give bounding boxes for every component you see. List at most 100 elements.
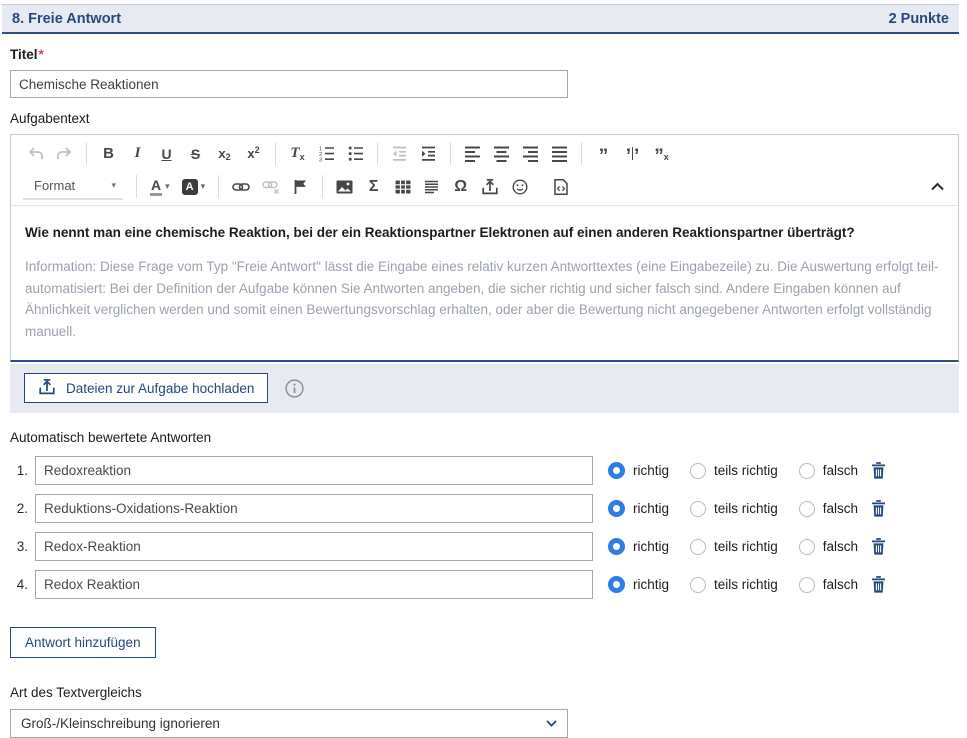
align-center-icon[interactable] [489,141,514,167]
ordered-list-icon[interactable]: 123 [314,141,339,167]
delete-answer-button[interactable] [871,500,886,517]
rich-text-editor: BIUSx2x2 Tx123 ”’’”x Format▾ A▾A▾ Σ Ω Wie nen… [10,134,959,362]
split-quote-icon[interactable]: ’’ [620,141,645,167]
toolbar-separator [450,142,451,165]
editor-content[interactable]: Wie nennt man eine chemische Reaktion, b… [11,206,958,360]
option-label: falsch [823,577,858,592]
option-teils-richtig[interactable]: teils richtig [690,501,778,517]
question-info-text: Information: Diese Frage vom Typ "Freie … [25,256,944,342]
insert-quote-icon[interactable]: ” [591,141,616,167]
italic-icon[interactable]: I [125,141,150,167]
info-icon[interactable] [285,379,304,398]
subscript-icon[interactable]: x2 [212,141,237,167]
underline-icon[interactable]: U [154,141,179,167]
title-label: Titel* [10,47,959,62]
toolbar-row-1: BIUSx2x2 Tx123 ”’’”x [11,137,958,170]
unlink-icon[interactable] [258,174,284,200]
answer-number: 4. [10,577,28,592]
option-teils-richtig[interactable]: teils richtig [690,577,778,593]
align-left-icon[interactable] [460,141,485,167]
answer-row: 1.richtigteils richtigfalsch [10,456,959,485]
option-falsch[interactable]: falsch [799,501,858,517]
undo-icon[interactable] [23,141,48,167]
indent-icon[interactable] [416,141,441,167]
answer-number: 3. [10,539,28,554]
radio-unselected-icon[interactable] [799,463,815,479]
radio-selected-icon[interactable] [608,538,625,555]
redo-icon[interactable] [52,141,77,167]
delete-answer-button[interactable] [871,538,886,555]
format-select[interactable]: Format▾ [23,173,123,200]
radio-unselected-icon[interactable] [690,463,706,479]
upload-files-button[interactable]: Dateien zur Aufgabe hochladen [24,373,268,403]
question-text: Wie nennt man eine chemische Reaktion, b… [25,222,944,243]
source-code-icon[interactable] [548,174,573,200]
radio-unselected-icon[interactable] [799,501,815,517]
radio-selected-icon[interactable] [608,462,625,479]
question-form: 8. Freie Antwort 2 Punkte Titel* Aufgabe… [2,4,959,738]
option-richtig[interactable]: richtig [608,500,669,517]
background-color-icon[interactable]: A▾ [178,174,210,200]
option-label: richtig [633,463,669,478]
option-label: teils richtig [714,463,778,478]
align-right-icon[interactable] [518,141,543,167]
toolbar-separator [377,142,378,165]
radio-unselected-icon[interactable] [690,577,706,593]
remove-quote-icon[interactable]: ”x [649,141,674,167]
add-answer-button[interactable]: Antwort hinzufügen [10,627,156,658]
svg-text:3: 3 [319,158,322,162]
option-richtig[interactable]: richtig [608,576,669,593]
align-justify-icon[interactable] [547,141,572,167]
question-header: 8. Freie Antwort 2 Punkte [2,4,959,34]
toolbar-row-2: Format▾ A▾A▾ Σ Ω [11,170,958,203]
text-comparison-select[interactable]: Groß-/Kleinschreibung ignorieren [10,709,568,738]
answer-input-4[interactable] [35,570,593,599]
image-icon[interactable] [332,174,357,200]
option-teils-richtig[interactable]: teils richtig [690,463,778,479]
radio-unselected-icon[interactable] [799,539,815,555]
answer-input-2[interactable] [35,494,593,523]
answer-number: 2. [10,501,28,516]
option-label: falsch [823,463,858,478]
answer-input-1[interactable] [35,456,593,485]
superscript-icon[interactable]: x2 [241,141,266,167]
strikethrough-icon[interactable]: S [183,141,208,167]
formula-sigma-icon[interactable]: Σ [361,174,386,200]
toolbar-separator [218,175,219,198]
delete-answer-button[interactable] [871,462,886,479]
toolbar-separator [136,175,137,198]
radio-unselected-icon[interactable] [799,577,815,593]
smiley-icon[interactable] [507,174,532,200]
option-richtig[interactable]: richtig [608,538,669,555]
delete-answer-button[interactable] [871,576,886,593]
option-falsch[interactable]: falsch [799,463,858,479]
radio-selected-icon[interactable] [608,576,625,593]
file-upload-icon[interactable] [477,174,503,200]
option-teils-richtig[interactable]: teils richtig [690,539,778,555]
question-header-title: 8. Freie Antwort [12,11,121,27]
remove-format-icon[interactable]: Tx [285,141,310,167]
bullet-list-icon[interactable] [343,141,368,167]
text-lines-icon[interactable] [419,174,444,200]
anchor-flag-icon[interactable] [288,174,313,200]
answer-input-3[interactable] [35,532,593,561]
option-falsch[interactable]: falsch [799,577,858,593]
toolbar-separator [581,142,582,165]
radio-unselected-icon[interactable] [690,501,706,517]
bold-icon[interactable]: B [96,141,121,167]
table-icon[interactable] [390,174,415,200]
outdent-icon[interactable] [387,141,412,167]
option-label: richtig [633,539,669,554]
text-color-icon[interactable]: A▾ [146,174,174,200]
collapse-toolbar-icon[interactable] [929,177,946,196]
chevron-down-icon [546,720,557,727]
comparison-label: Art des Textvergleichs [10,685,959,700]
option-falsch[interactable]: falsch [799,539,858,555]
radio-unselected-icon[interactable] [690,539,706,555]
radio-selected-icon[interactable] [608,500,625,517]
option-richtig[interactable]: richtig [608,462,669,479]
title-input[interactable] [10,70,568,98]
link-icon[interactable] [228,174,254,200]
special-character-omega-icon[interactable]: Ω [448,174,473,200]
option-label: falsch [823,501,858,516]
